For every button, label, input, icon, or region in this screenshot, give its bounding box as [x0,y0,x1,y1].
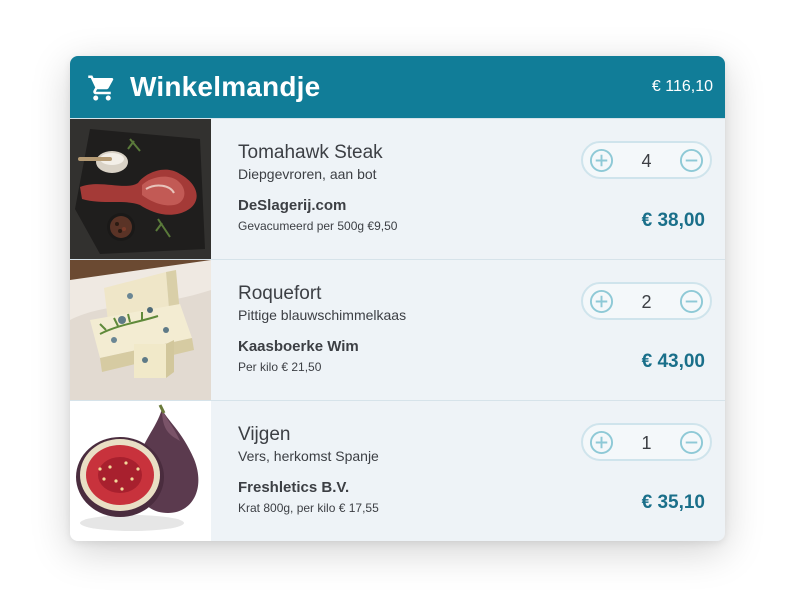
cart-total: € 116,10 [651,78,713,95]
product-description: Vers, herkomst Spanje [238,448,379,464]
quantity-stepper: 1 [581,423,712,461]
roquefort-cheese-photo [70,260,211,400]
quantity-stepper: 4 [581,141,712,179]
plus-circle-icon[interactable] [589,148,614,173]
figs-photo [70,401,211,541]
product-vendor: Freshletics B.V. [238,479,350,496]
plus-circle-icon[interactable] [589,289,614,314]
cart-item-vijgen: Vijgen Vers, herkomst Spanje Freshletics… [70,400,725,541]
plus-circle-icon[interactable] [589,430,614,455]
cart-header: Winkelmandje € 116,10 [70,56,725,118]
product-price: € 38,00 [641,210,705,231]
quantity-value[interactable]: 2 [621,291,672,313]
quantity-value[interactable]: 1 [621,432,672,454]
product-unit-info: Gevacumeerd per 500g €9,50 [238,219,398,233]
product-name: Roquefort [238,283,322,304]
product-price: € 35,10 [641,492,705,513]
product-vendor: DeSlagerij.com [238,197,347,214]
product-description: Pittige blauwschimmelkaas [238,307,407,323]
cart-item-roquefort: Roquefort Pittige blauwschimmelkaas Kaas… [70,259,725,400]
product-price: € 43,00 [641,351,705,372]
product-name: Tomahawk Steak [238,142,383,163]
shopping-cart-icon [88,75,114,101]
product-name: Vijgen [238,424,291,445]
cart-item-tomahawk-steak: Tomahawk Steak Diepgevroren, aan bot DeS… [70,118,725,259]
tomahawk-steak-photo [70,119,211,259]
quantity-stepper: 2 [581,282,712,320]
product-unit-info: Krat 800g, per kilo € 17,55 [238,501,379,515]
quantity-value[interactable]: 4 [621,150,672,172]
page-title: Winkelmandje [130,71,321,102]
shopping-cart-card: Winkelmandje € 116,10 Tomahawk Steak Die… [70,56,725,541]
product-vendor: Kaasboerke Wim [238,338,359,355]
minus-circle-icon[interactable] [679,289,704,314]
product-description: Diepgevroren, aan bot [238,166,377,182]
minus-circle-icon[interactable] [679,148,704,173]
product-unit-info: Per kilo € 21,50 [238,360,322,374]
minus-circle-icon[interactable] [679,430,704,455]
